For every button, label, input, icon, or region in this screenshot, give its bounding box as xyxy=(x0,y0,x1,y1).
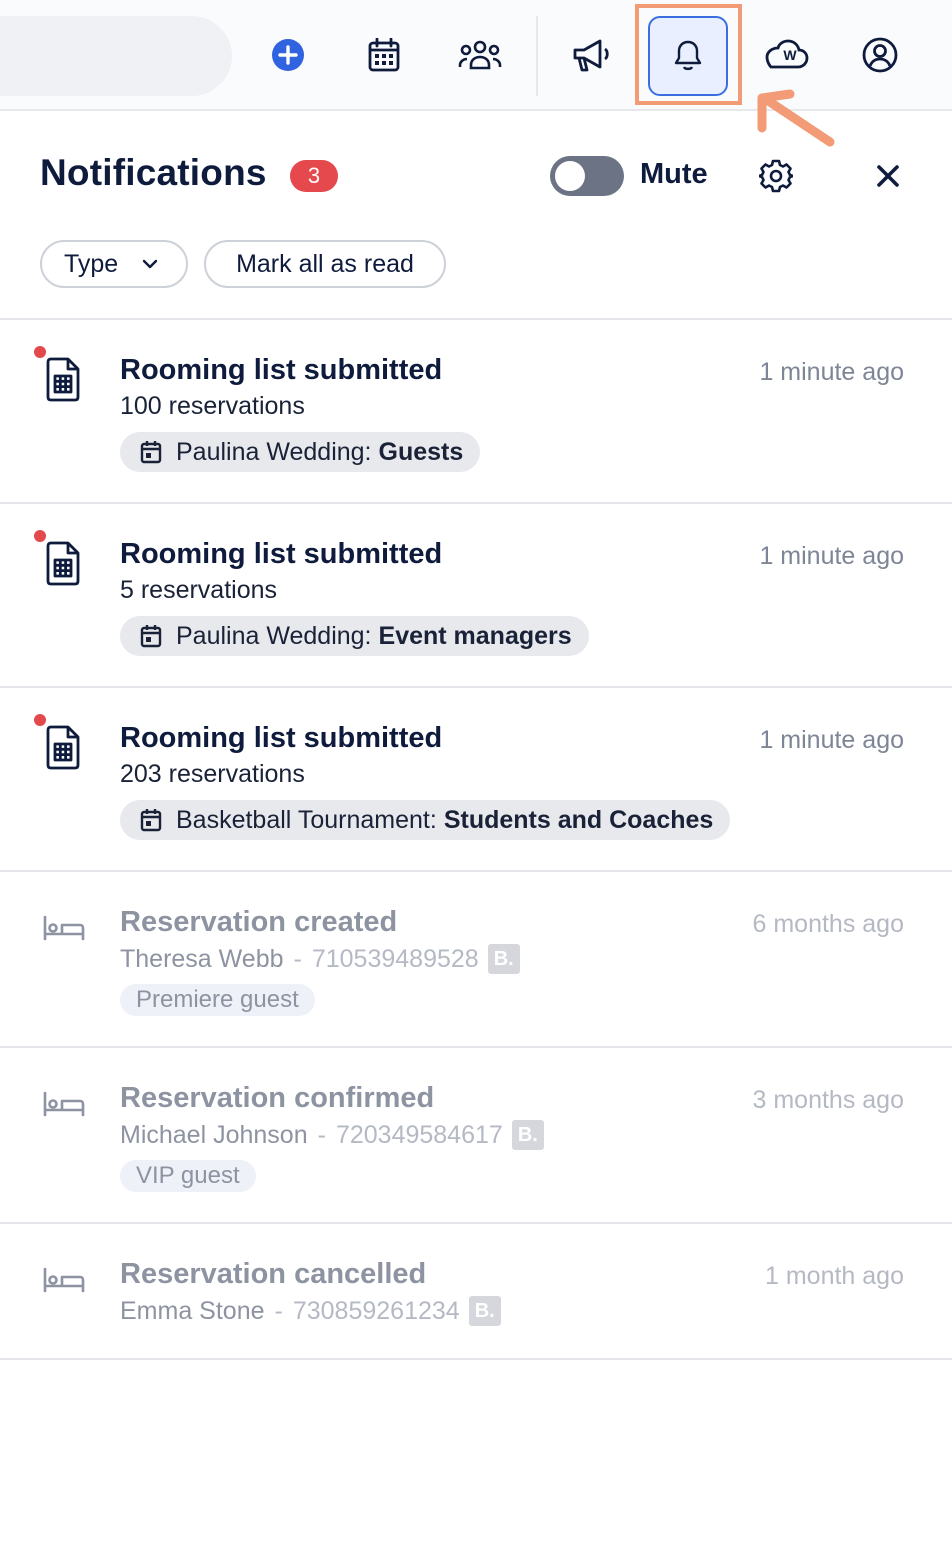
notification-title: Rooming list submitted xyxy=(120,354,443,386)
notification-time: 3 months ago xyxy=(752,1086,905,1114)
event-tag[interactable]: Paulina Wedding: Guests xyxy=(120,432,481,472)
guest-name: Emma Stone xyxy=(120,1296,265,1325)
group-name: Event managers xyxy=(378,621,572,650)
settings-button[interactable] xyxy=(754,154,798,198)
notification-time: 1 minute ago xyxy=(759,726,904,754)
guest-type-tag: Premiere guest xyxy=(120,984,315,1016)
top-navigation-bar: W xyxy=(0,0,952,147)
guest-name: Theresa Webb xyxy=(120,944,284,973)
separator: - xyxy=(317,1120,326,1149)
notification-title: Rooming list submitted xyxy=(120,722,443,754)
cloud-w-icon[interactable]: W xyxy=(756,27,812,83)
toolbar-separator xyxy=(536,16,538,96)
event-name: Paulina Wedding: xyxy=(176,621,372,650)
spreadsheet-file-icon xyxy=(46,725,80,770)
reservation-info: Emma Stone -730859261234 B. xyxy=(120,1296,501,1326)
megaphone-icon[interactable] xyxy=(564,27,620,83)
chevron-down-icon xyxy=(142,259,158,269)
event-tag[interactable]: Basketball Tournament: Students and Coach… xyxy=(120,800,731,840)
spreadsheet-file-icon xyxy=(46,357,80,402)
notification-time: 1 minute ago xyxy=(759,358,904,386)
notification-item[interactable]: Reservation created 6 months ago Theresa… xyxy=(0,872,952,1048)
close-icon xyxy=(877,165,899,187)
mute-toggle[interactable] xyxy=(550,156,624,196)
notification-subtitle: 203 reservations xyxy=(120,760,305,788)
type-filter-label: Type xyxy=(64,249,119,278)
reservation-number[interactable]: 710539489528 xyxy=(312,945,479,974)
bed-icon xyxy=(43,1091,85,1117)
search-box[interactable] xyxy=(0,16,232,96)
group-name: Guests xyxy=(378,437,464,466)
notification-item[interactable]: Rooming list submitted 1 minute ago 100 … xyxy=(0,320,952,504)
bed-icon xyxy=(43,1267,85,1293)
separator: - xyxy=(274,1296,283,1325)
mute-label: Mute xyxy=(640,158,708,190)
mark-all-read-button[interactable]: Mark all as read xyxy=(204,240,446,288)
toggle-knob xyxy=(555,161,585,191)
notification-subtitle: 100 reservations xyxy=(120,392,305,420)
calendar-icon xyxy=(140,809,162,832)
reservation-number[interactable]: 730859261234 xyxy=(293,1297,460,1326)
svg-text:W: W xyxy=(783,47,797,63)
reservation-number[interactable]: 720349584617 xyxy=(336,1121,503,1150)
notification-item[interactable]: Reservation confirmed 3 months ago Micha… xyxy=(0,1048,952,1224)
calendar-icon xyxy=(140,625,162,648)
reservation-info: Theresa Webb -710539489528 B. xyxy=(120,944,520,974)
mark-all-read-label: Mark all as read xyxy=(236,249,414,278)
notification-title: Reservation cancelled xyxy=(120,1258,427,1290)
guest-name: Michael Johnson xyxy=(120,1120,308,1149)
notification-item[interactable]: Reservation cancelled 1 month ago Emma S… xyxy=(0,1224,952,1360)
close-button[interactable] xyxy=(866,154,910,198)
calendar-icon xyxy=(140,441,162,464)
plus-circle-icon[interactable] xyxy=(260,27,316,83)
event-name: Paulina Wedding: xyxy=(176,437,372,466)
notification-time: 1 minute ago xyxy=(759,542,904,570)
notification-subtitle: 5 reservations xyxy=(120,576,278,604)
reservation-info: Michael Johnson -720349584617 B. xyxy=(120,1120,544,1150)
notification-title: Reservation created xyxy=(120,906,398,938)
guest-type-tag: VIP guest xyxy=(120,1160,256,1192)
spreadsheet-file-icon xyxy=(46,541,80,586)
notification-title: Rooming list submitted xyxy=(120,538,443,570)
pointer-arrow-icon xyxy=(757,89,835,147)
calendar-icon[interactable] xyxy=(356,27,412,83)
booking-source-badge: B. xyxy=(511,1120,544,1150)
group-name: Students and Coaches xyxy=(443,805,714,834)
bed-icon xyxy=(43,915,85,941)
page-title: Notifications xyxy=(40,152,267,193)
event-name: Basketball Tournament: xyxy=(176,805,437,834)
gear-icon xyxy=(759,159,793,193)
event-tag[interactable]: Paulina Wedding: Event managers xyxy=(120,616,589,656)
booking-source-badge: B. xyxy=(487,944,520,974)
notification-time: 6 months ago xyxy=(752,910,905,938)
unread-count-badge: 3 xyxy=(290,160,338,192)
notification-item[interactable]: Rooming list submitted 1 minute ago 203 … xyxy=(0,688,952,872)
people-icon[interactable] xyxy=(452,27,508,83)
booking-source-badge: B. xyxy=(468,1296,501,1326)
separator: - xyxy=(293,944,302,973)
type-filter-dropdown[interactable]: Type xyxy=(40,240,188,288)
highlight-frame xyxy=(635,4,742,105)
notification-title: Reservation confirmed xyxy=(120,1082,435,1114)
notification-time: 1 month ago xyxy=(765,1262,904,1290)
user-circle-icon[interactable] xyxy=(852,27,908,83)
notification-item[interactable]: Rooming list submitted 1 minute ago 5 re… xyxy=(0,504,952,688)
